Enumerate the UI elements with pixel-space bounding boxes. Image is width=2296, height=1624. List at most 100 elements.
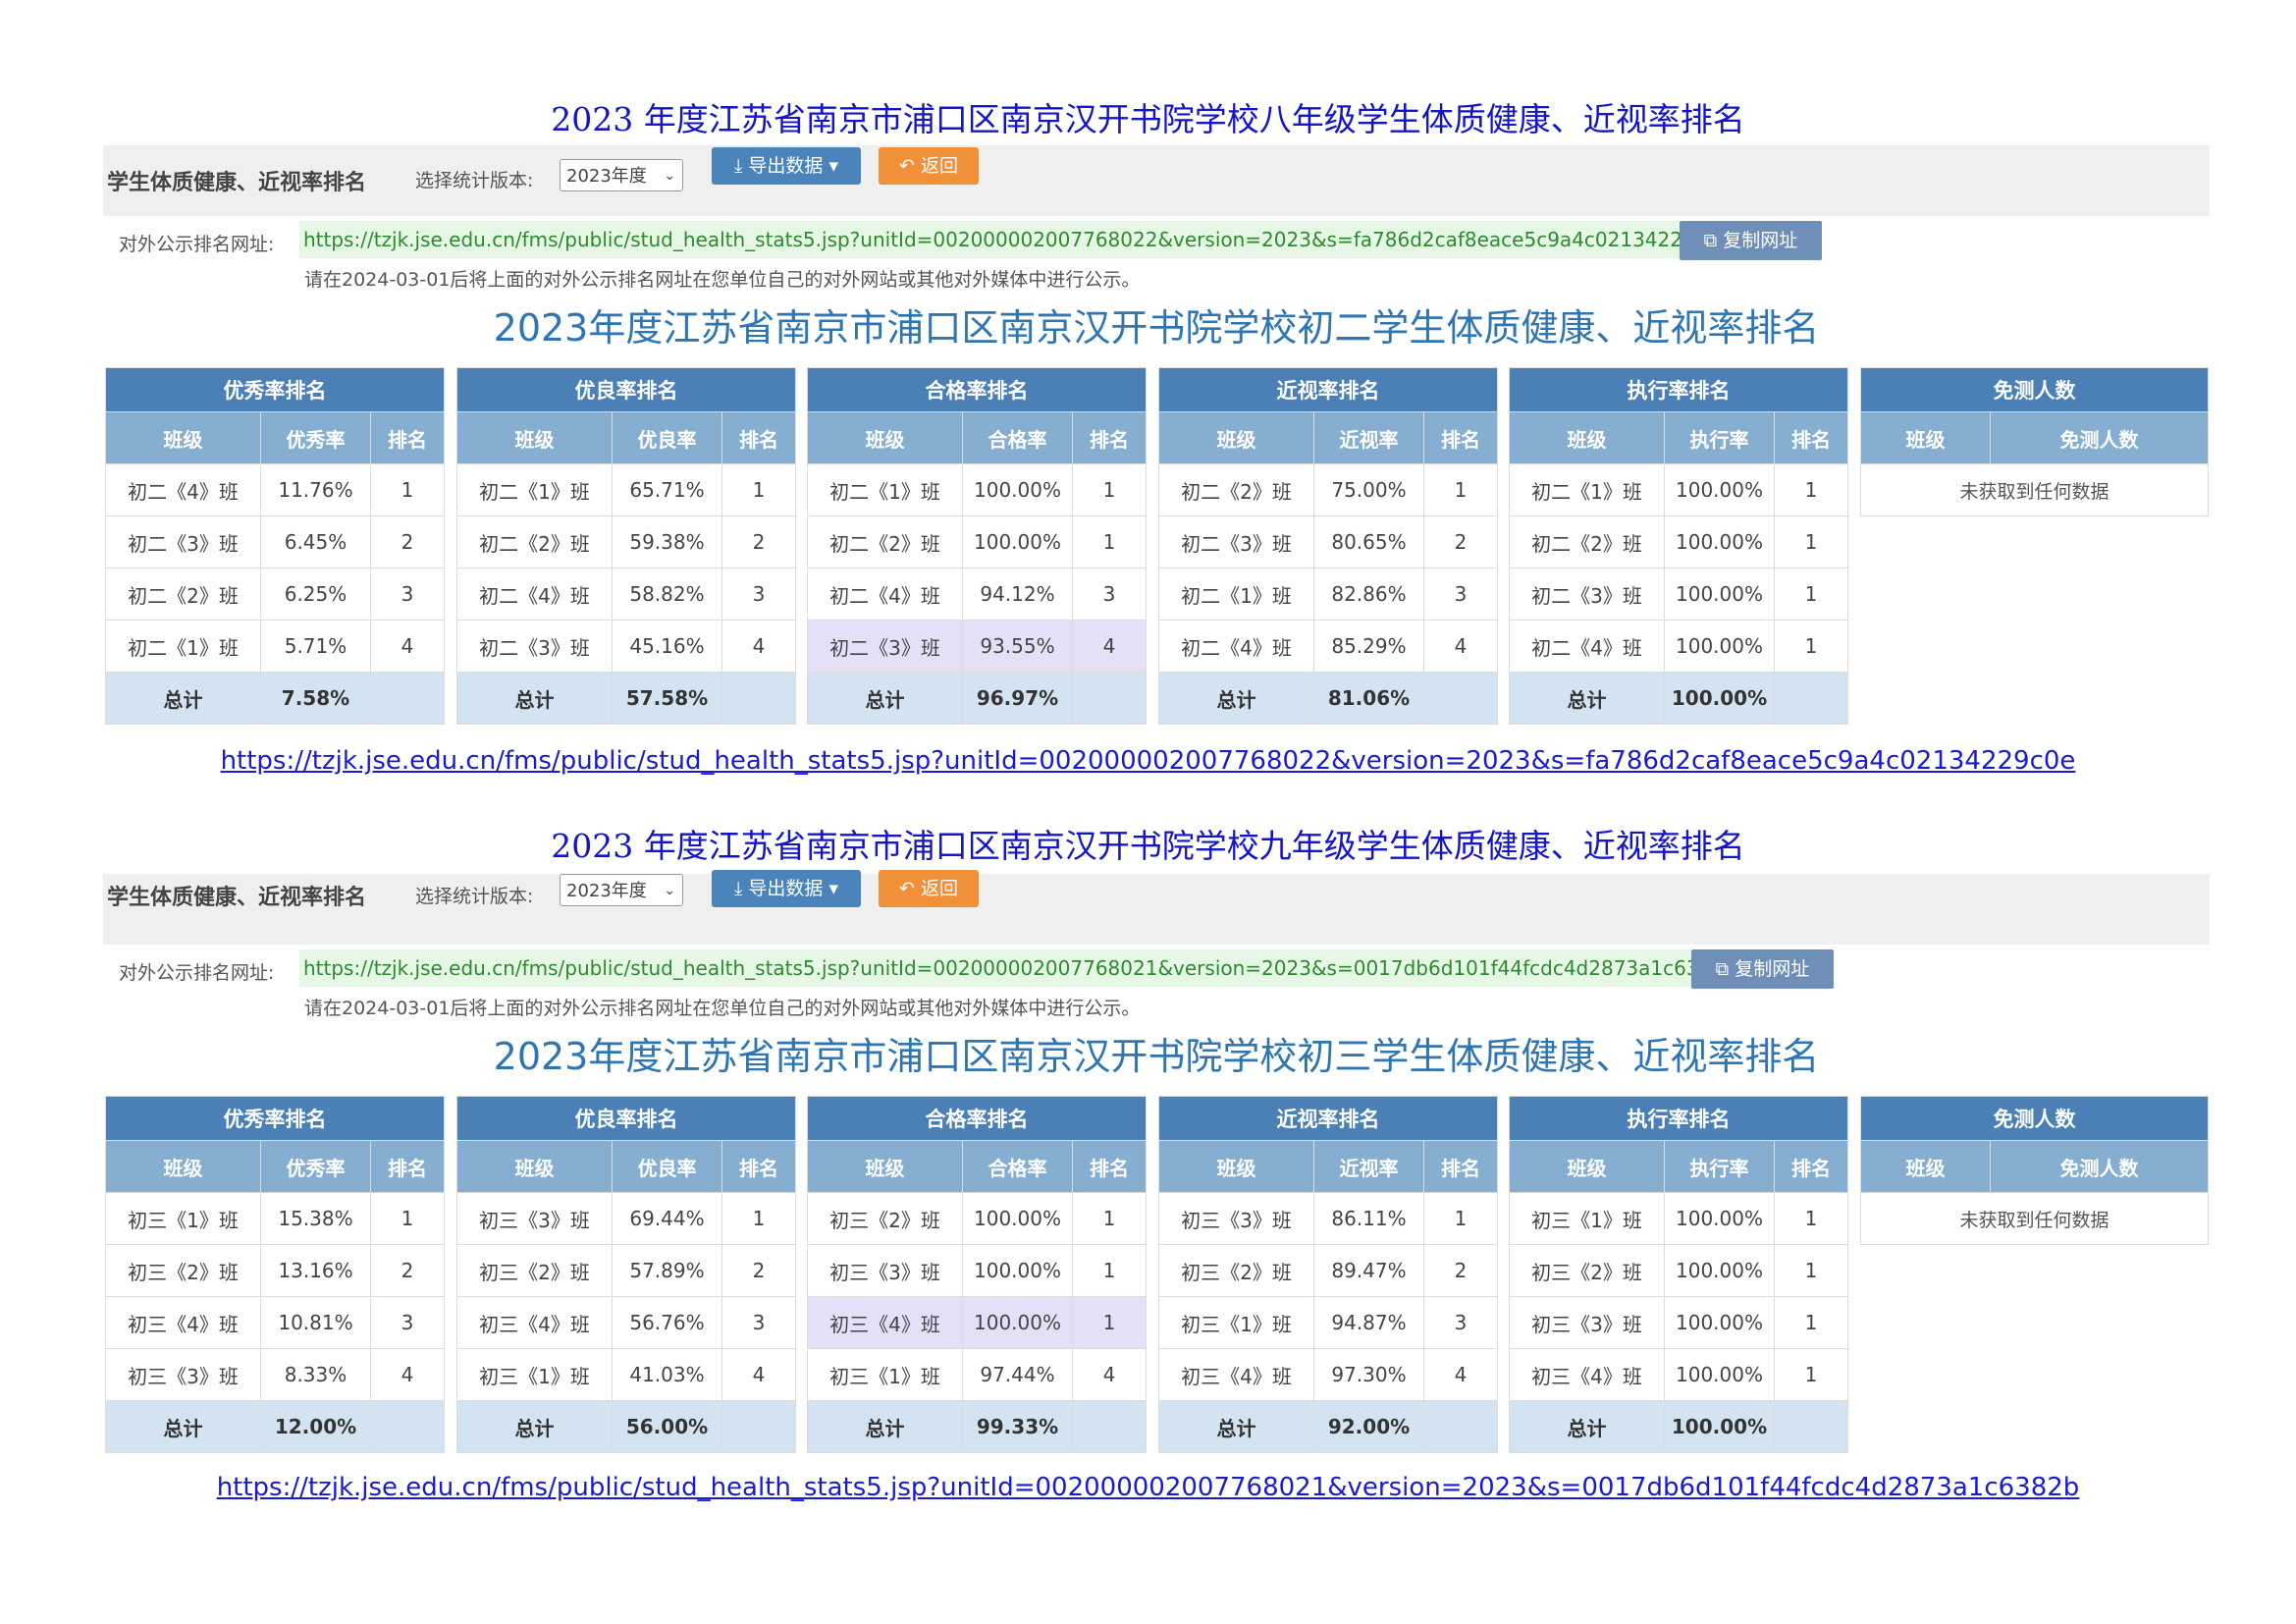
column-header: 班级 xyxy=(1158,411,1314,464)
column-header: 近视率 xyxy=(1313,1140,1424,1193)
table-cell: 100.00% xyxy=(962,1244,1073,1297)
table-row: 初二《4》班 11.76% 1 xyxy=(105,463,445,516)
table-cell: 初三《1》班 xyxy=(105,1192,261,1245)
chevron-down-icon: ⌄ xyxy=(664,168,675,184)
public-url-field[interactable]: https://tzjk.jse.edu.cn/fms/public/stud_… xyxy=(299,221,1735,258)
execution-rank-table: 执行率排名 班级 执行率 排名 初三《1》班 100.00% 1 初三《2》班 100.00% 1… xyxy=(1509,1096,1848,1453)
total-row: 总计 100.00% xyxy=(1509,672,1848,725)
table-row: 初三《2》班 89.47% 2 xyxy=(1158,1244,1498,1297)
table-row: 初二《2》班 100.00% 1 xyxy=(1509,515,1848,568)
table-cell: 初二《4》班 xyxy=(105,463,261,516)
table-cell: 1 xyxy=(1774,1348,1848,1401)
total-cell: 57.58% xyxy=(612,672,722,725)
document-title-grade9: 2023 年度江苏省南京市浦口区南京汉开书院学校九年级学生体质健康、近视率排名 xyxy=(551,827,1745,865)
table-cell: 97.44% xyxy=(962,1348,1073,1401)
table-cell: 初三《4》班 xyxy=(456,1296,613,1349)
table-row: 初三《3》班 100.00% 1 xyxy=(807,1244,1147,1297)
table-row: 初三《1》班 41.03% 4 xyxy=(456,1348,796,1401)
total-cell: 总计 xyxy=(105,672,261,725)
total-cell xyxy=(1072,1400,1147,1453)
table-cell: 8.33% xyxy=(260,1348,371,1401)
copy-icon: ⧉ xyxy=(1715,958,1730,980)
table-cell: 初二《4》班 xyxy=(1158,620,1314,673)
table-cell: 1 xyxy=(1072,1244,1147,1297)
table-cell: 初三《2》班 xyxy=(1509,1244,1665,1297)
table-row: 初三《1》班 100.00% 1 xyxy=(1509,1192,1848,1245)
column-header: 排名 xyxy=(1423,1140,1498,1193)
table-row: 初三《3》班 8.33% 4 xyxy=(105,1348,445,1401)
table-row: 初二《1》班 82.86% 3 xyxy=(1158,568,1498,621)
table-cell: 100.00% xyxy=(1664,1192,1775,1245)
table-row: 初二《4》班 58.82% 3 xyxy=(456,568,796,621)
table-row: 初二《1》班 100.00% 1 xyxy=(807,463,1147,516)
table-cell: 初二《2》班 xyxy=(105,568,261,621)
table-row: 初三《4》班 100.00% 1 xyxy=(807,1296,1147,1349)
column-header: 班级 xyxy=(1158,1140,1314,1193)
table-cell: 89.47% xyxy=(1313,1244,1424,1297)
table-cell: 1 xyxy=(1072,1192,1147,1245)
back-button[interactable]: ↶ 返回 xyxy=(879,870,979,907)
table-caption: 执行率排名 xyxy=(1509,367,1848,412)
table-caption: 免测人数 xyxy=(1860,367,2209,412)
table-cell: 4 xyxy=(1423,620,1498,673)
table-row: 初二《1》班 5.71% 4 xyxy=(105,620,445,673)
version-select[interactable]: 2023年度 ⌄ xyxy=(560,159,683,191)
total-cell: 81.06% xyxy=(1313,672,1424,725)
table-cell: 初二《1》班 xyxy=(807,463,963,516)
exempt-count-table: 免测人数 班级 免测人数 未获取到任何数据 xyxy=(1860,367,2209,516)
table-cell: 初二《2》班 xyxy=(807,515,963,568)
column-header: 排名 xyxy=(1774,1140,1848,1193)
table-cell: 初三《1》班 xyxy=(1158,1296,1314,1349)
column-header: 班级 xyxy=(1509,1140,1665,1193)
table-cell: 15.38% xyxy=(260,1192,371,1245)
column-header: 班级 xyxy=(105,1140,261,1193)
table-caption: 优秀率排名 xyxy=(105,1096,445,1141)
public-url-field[interactable]: https://tzjk.jse.edu.cn/fms/public/stud_… xyxy=(299,949,1740,987)
public-url-label: 对外公示排名网址: xyxy=(119,234,275,255)
column-header: 优秀率 xyxy=(260,1140,371,1193)
export-data-button[interactable]: ⤓ 导出数据 ▾ xyxy=(712,147,861,185)
table-cell: 4 xyxy=(1423,1348,1498,1401)
table-cell: 56.76% xyxy=(612,1296,722,1349)
back-arrow-icon: ↶ xyxy=(899,155,915,177)
good-rank-table: 优良率排名 班级 优良率 排名 初二《1》班 65.71% 1 初二《2》班 59.38% 2 初二… xyxy=(456,367,796,725)
total-cell xyxy=(370,1400,445,1453)
table-row: 初二《2》班 100.00% 1 xyxy=(807,515,1147,568)
column-header: 优良率 xyxy=(612,411,722,464)
table-row: 初三《3》班 86.11% 1 xyxy=(1158,1192,1498,1245)
column-header: 排名 xyxy=(370,1140,445,1193)
table-cell: 100.00% xyxy=(1664,620,1775,673)
total-cell: 总计 xyxy=(456,1400,613,1453)
table-cell: 4 xyxy=(721,620,796,673)
table-cell: 69.44% xyxy=(612,1192,722,1245)
excellent-rank-table: 优秀率排名 班级 优秀率 排名 初二《4》班 11.76% 1 初二《3》班 6.45% 2 初二《… xyxy=(105,367,445,725)
table-cell: 初三《4》班 xyxy=(1509,1348,1665,1401)
table-cell: 初二《4》班 xyxy=(456,568,613,621)
column-header: 执行率 xyxy=(1664,1140,1775,1193)
table-cell: 3 xyxy=(370,1296,445,1349)
total-cell: 92.00% xyxy=(1313,1400,1424,1453)
chevron-down-icon: ⌄ xyxy=(664,883,675,898)
column-header: 班级 xyxy=(807,1140,963,1193)
copy-url-button[interactable]: ⧉ 复制网址 xyxy=(1680,221,1822,260)
table-cell: 1 xyxy=(1774,1296,1848,1349)
table-row: 初二《4》班 94.12% 3 xyxy=(807,568,1147,621)
column-header: 班级 xyxy=(1860,1140,1991,1193)
ranking-panel-grade8: 学生体质健康、近视率排名 选择统计版本: 2023年度 ⌄ ⤓ 导出数据 ▾ ↶ … xyxy=(103,145,2210,734)
total-row: 总计 56.00% xyxy=(456,1400,796,1453)
back-button[interactable]: ↶ 返回 xyxy=(879,147,979,185)
document-link-grade8[interactable]: https://tzjk.jse.edu.cn/fms/public/stud_… xyxy=(0,744,2296,778)
table-cell: 初三《3》班 xyxy=(807,1244,963,1297)
document-link-grade9[interactable]: https://tzjk.jse.edu.cn/fms/public/stud_… xyxy=(0,1471,2296,1504)
version-select[interactable]: 2023年度 ⌄ xyxy=(560,874,683,906)
table-cell: 初三《4》班 xyxy=(105,1296,261,1349)
table-cell: 3 xyxy=(721,1296,796,1349)
copy-url-button[interactable]: ⧉ 复制网址 xyxy=(1691,949,1834,989)
table-row: 初三《1》班 15.38% 1 xyxy=(105,1192,445,1245)
table-cell: 6.45% xyxy=(260,515,371,568)
total-row: 总计 81.06% xyxy=(1158,672,1498,725)
export-data-button[interactable]: ⤓ 导出数据 ▾ xyxy=(712,870,861,907)
table-row: 初三《3》班 69.44% 1 xyxy=(456,1192,796,1245)
total-cell: 总计 xyxy=(105,1400,261,1453)
total-cell: 总计 xyxy=(456,672,613,725)
